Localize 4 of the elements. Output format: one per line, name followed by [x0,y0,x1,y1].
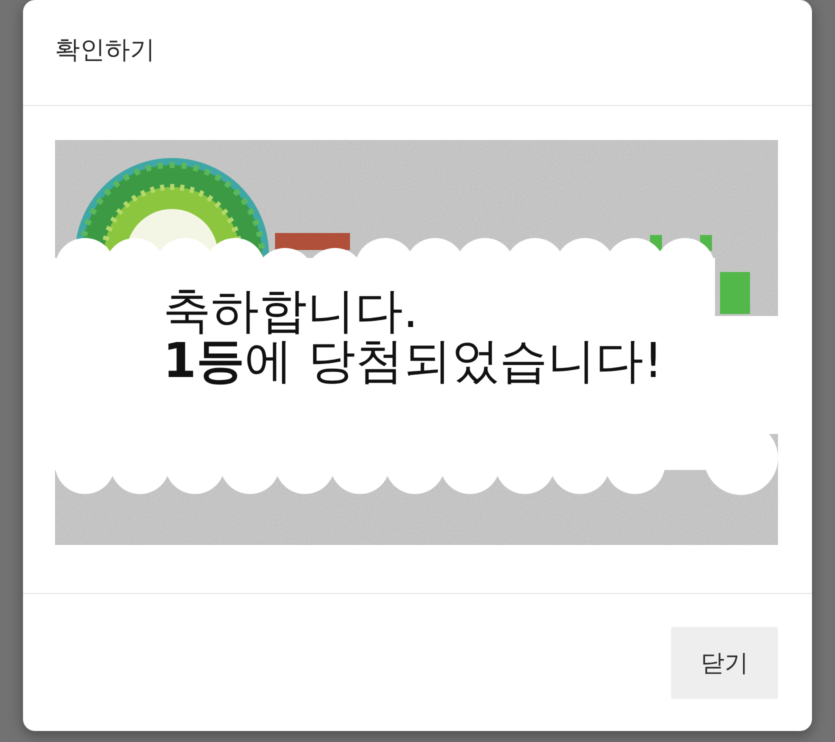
prize-message: 축하합니다. [163,286,418,336]
dialog-title: 확인하기 [55,34,155,66]
prize-message: 1등에 당첨되었습니다! [163,336,663,386]
close-button[interactable]: 닫기 [671,627,778,699]
